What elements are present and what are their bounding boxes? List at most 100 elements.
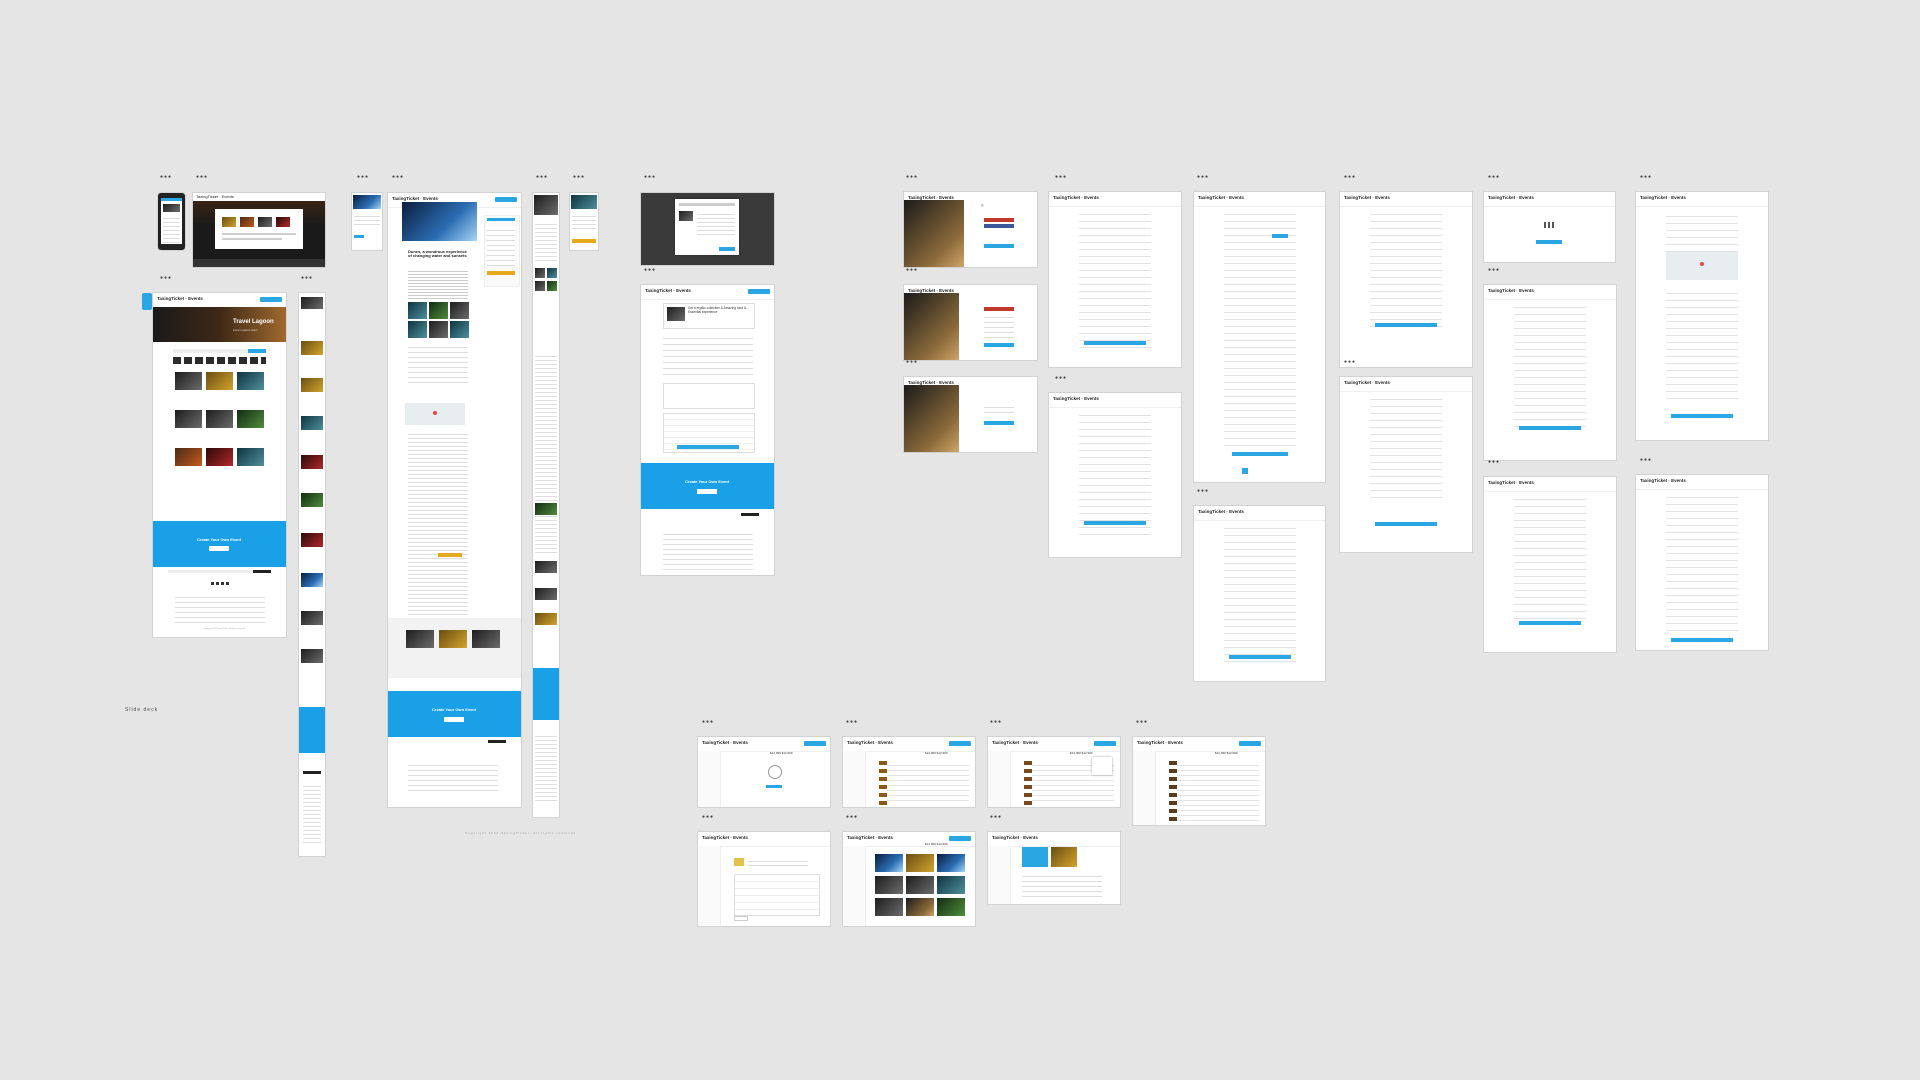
- cta-button[interactable]: [444, 717, 464, 722]
- confirm-button[interactable]: [719, 247, 735, 251]
- small-popup-frame[interactable]: [352, 193, 382, 250]
- frame-label: ●●●: [160, 174, 173, 180]
- brand: TaxingTicket · Events: [1198, 509, 1244, 514]
- settings-frame[interactable]: TaxingTicket · Events: [1340, 192, 1472, 367]
- frame-label: ●●●: [1344, 359, 1357, 365]
- frame-label: ●●●: [702, 719, 715, 725]
- brand: TaxingTicket · Events: [1053, 195, 1099, 200]
- ticket-setup-frame[interactable]: TaxingTicket · Events: [1194, 506, 1325, 681]
- reset-button[interactable]: [984, 421, 1014, 425]
- mobile-detail-frame[interactable]: [533, 193, 559, 817]
- save-button[interactable]: [1519, 621, 1581, 625]
- brand: TaxingTicket · Events: [1053, 396, 1099, 401]
- reset-frame[interactable]: TaxingTicket · Events: [904, 377, 1037, 452]
- frame-label: ●●●: [990, 814, 1003, 820]
- mobile-popup-frame[interactable]: [570, 193, 598, 250]
- create-button[interactable]: [1094, 741, 1116, 746]
- frame-label: ●●●: [846, 814, 859, 820]
- edit-ticket-frame[interactable]: TaxingTicket · Events: [1484, 477, 1616, 652]
- dashboard-detail-frame[interactable]: TaxingTicket · Events: [988, 832, 1120, 904]
- save-button[interactable]: [1229, 655, 1291, 659]
- create-event-step2[interactable]: TaxingTicket · Events: [1049, 393, 1181, 557]
- venue-frame[interactable]: TaxingTicket · Events: [1636, 192, 1768, 440]
- payment-frame[interactable]: TaxingTicket · Events: [1340, 377, 1472, 552]
- dashboard-list-frame[interactable]: TaxingTicket · Events $12,999 $12,999: [843, 737, 975, 807]
- register-button[interactable]: [438, 553, 462, 557]
- selection-marker[interactable]: [142, 293, 152, 310]
- signup-frame[interactable]: TaxingTicket · Events: [904, 285, 1037, 360]
- dropdown-menu[interactable]: [1092, 757, 1112, 775]
- signin-frame[interactable]: TaxingTicket · Events ꩰ: [904, 192, 1037, 267]
- buy-ticket-button[interactable]: [487, 271, 515, 275]
- brand: TaxingTicket · Events: [1198, 195, 1244, 200]
- event-detail-frame[interactable]: TaxingTicket · Events Dunes, a wondrous …: [388, 193, 521, 807]
- review-frame[interactable]: TaxingTicket · Events: [1636, 475, 1768, 650]
- modal-dialog-frame[interactable]: [641, 193, 774, 265]
- create-button[interactable]: [804, 741, 826, 746]
- signup-button[interactable]: [260, 297, 282, 302]
- hero-title: Travel Lagoon: [233, 319, 274, 325]
- edit-event-frame[interactable]: TaxingTicket · Events: [1484, 285, 1616, 460]
- success-frame[interactable]: TaxingTicket · Events: [1484, 192, 1615, 262]
- order-title: Get a mystic collection & Amazing food &…: [688, 306, 747, 314]
- cta-button[interactable]: [209, 546, 229, 551]
- brand: TaxingTicket · Events: [1344, 380, 1390, 385]
- brand: TaxingTicket · Events: [702, 835, 748, 840]
- frame-label: ●●●: [1640, 174, 1653, 180]
- brand: TaxingTicket · Events: [1488, 288, 1534, 293]
- ticket-sidebar: [484, 215, 520, 287]
- frame-label: ●●●: [1488, 267, 1501, 273]
- landing-page-frame[interactable]: TaxingTicket · Events Travel Lagoon Lore…: [153, 293, 286, 637]
- mobile-landing-frame[interactable]: [299, 293, 325, 856]
- checkout-button[interactable]: [677, 445, 739, 449]
- frame-label: ●●●: [1640, 457, 1653, 463]
- signup-button[interactable]: [495, 197, 517, 202]
- dashboard-menu-frame[interactable]: TaxingTicket · Events $12,999 $12,999: [988, 737, 1120, 807]
- publish-button[interactable]: [1232, 452, 1288, 456]
- brand: TaxingTicket · Events: [1344, 195, 1390, 200]
- create-button[interactable]: [1239, 741, 1261, 746]
- footer-note: Copyright 2024 TaxingTicket. All rights …: [203, 628, 246, 630]
- create-button[interactable]: [949, 741, 971, 746]
- brand: TaxingTicket · Events: [157, 296, 203, 301]
- continue-button[interactable]: [1536, 240, 1562, 244]
- order-checkout-frame[interactable]: TaxingTicket · Events Get a mystic colle…: [641, 285, 774, 575]
- next-button[interactable]: [1084, 521, 1146, 525]
- amount-readout: $12,999 $12,999: [770, 751, 793, 755]
- event-preview-frame[interactable]: TaxingTicket · Events: [1194, 192, 1325, 482]
- frame-label: ●●●: [301, 275, 314, 281]
- frame-label: ●●●: [1055, 375, 1068, 381]
- dashboard-grid-frame[interactable]: TaxingTicket · Events $12,999 $12,999: [843, 832, 975, 926]
- map[interactable]: [1666, 252, 1738, 280]
- avatar-icon: [768, 765, 782, 779]
- next-button[interactable]: [1084, 341, 1146, 345]
- cta-title: Create Your Own Event: [432, 707, 477, 712]
- footer-note: Copyright 2024 TaxingTicket. All rights …: [465, 831, 579, 835]
- save-button[interactable]: [1375, 323, 1437, 327]
- amount-readout: $12,999 $12,999: [1070, 751, 1093, 755]
- create-button[interactable]: [949, 836, 971, 841]
- signin-button[interactable]: [984, 244, 1014, 248]
- brand: TaxingTicket · Events: [1137, 740, 1183, 745]
- frame-label: ●●●: [1488, 459, 1501, 465]
- cta-button[interactable]: [697, 489, 717, 494]
- cta-title: Create Your Own Event: [197, 537, 242, 542]
- create-event-step1[interactable]: TaxingTicket · Events: [1049, 192, 1181, 367]
- dashboard-empty-frame[interactable]: TaxingTicket · Events $12,999 $12,999: [698, 737, 830, 807]
- save-button[interactable]: [1519, 426, 1581, 430]
- map[interactable]: [405, 403, 465, 425]
- dashboard-order-frame[interactable]: TaxingTicket · Events: [698, 832, 830, 926]
- hero-subtitle: Lorem ipsum dolor: [233, 328, 258, 332]
- phone-mockup[interactable]: [158, 193, 185, 250]
- frame-label: ●●●: [702, 814, 715, 820]
- confirm-button[interactable]: [1375, 522, 1437, 526]
- submit-button[interactable]: [1671, 638, 1733, 642]
- save-button[interactable]: [1671, 414, 1733, 418]
- signup-button[interactable]: [748, 289, 770, 294]
- create-event-button[interactable]: [766, 785, 782, 788]
- desktop-screen-mockup[interactable]: TaxingTicket · Events: [193, 193, 325, 267]
- hero-banner: Travel Lagoon Lorem ipsum dolor: [153, 307, 286, 342]
- frame-label: ●●●: [644, 267, 657, 273]
- signup-submit-button[interactable]: [984, 343, 1014, 347]
- dashboard-full-list-frame[interactable]: TaxingTicket · Events $12,999 $12,999: [1133, 737, 1265, 825]
